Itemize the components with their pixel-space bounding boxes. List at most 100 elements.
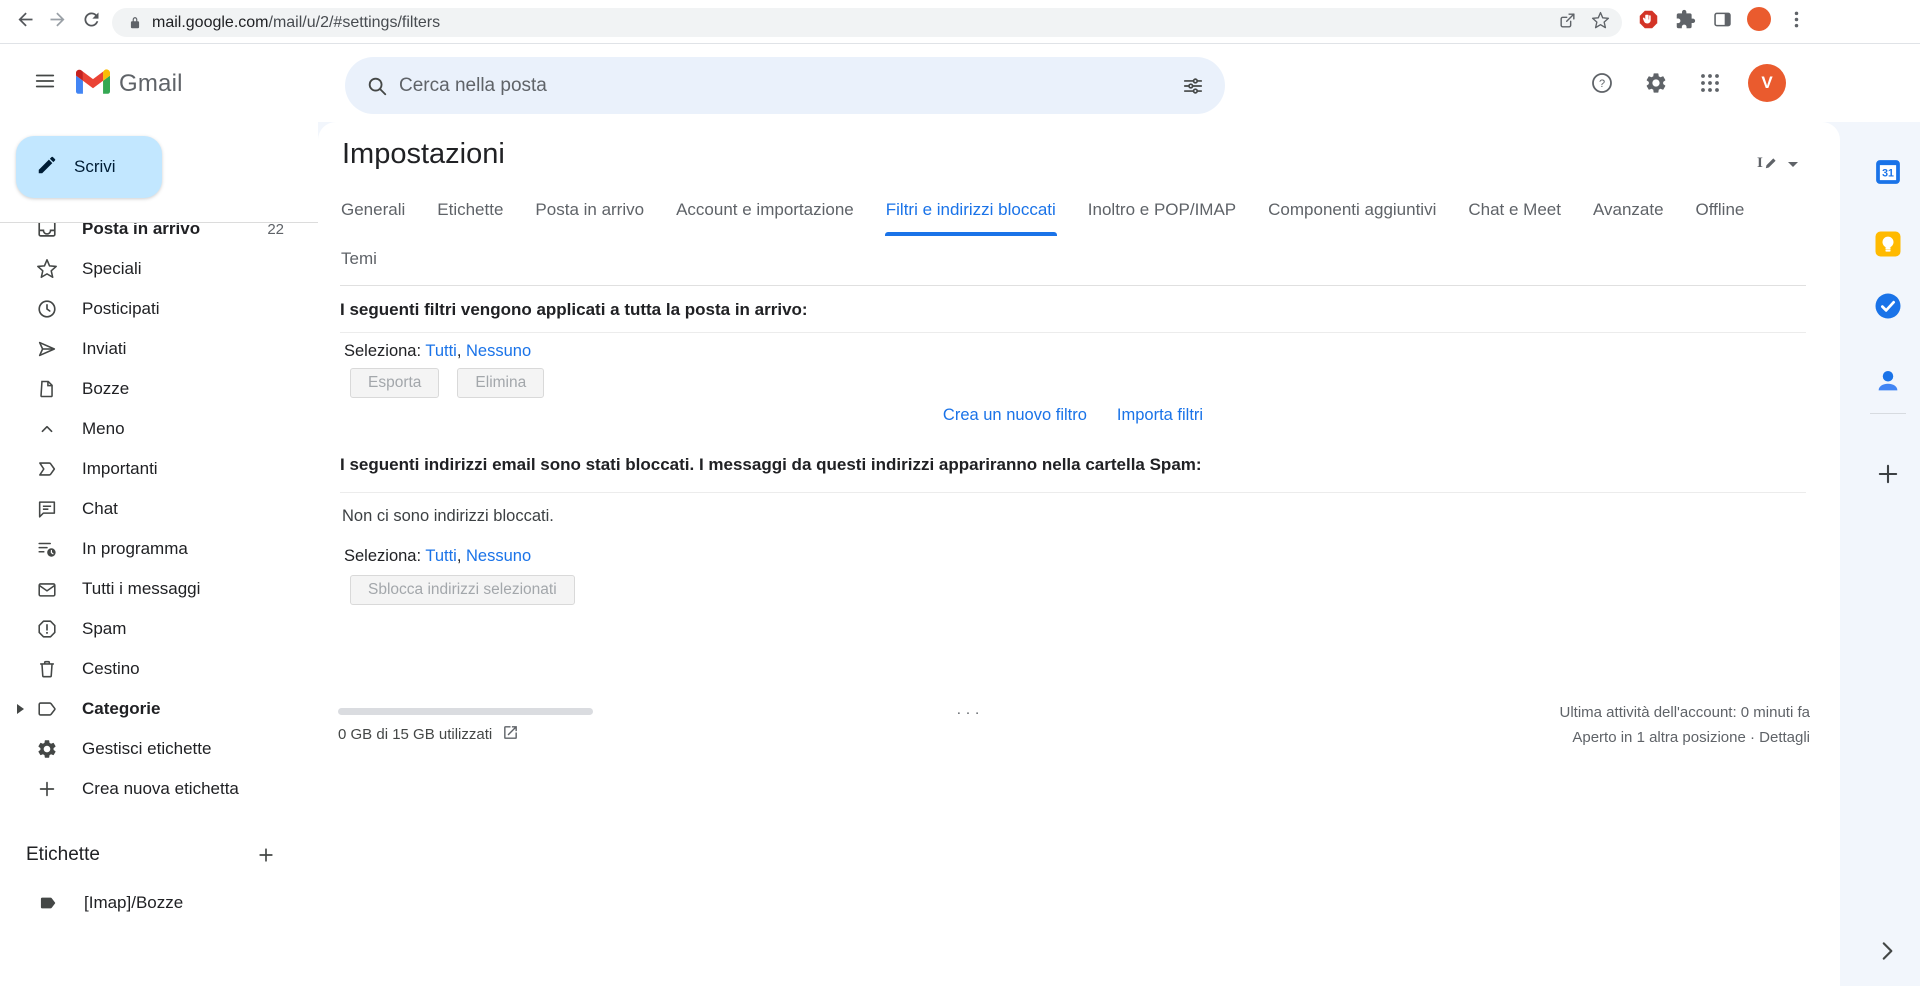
open-in-new-icon[interactable] <box>502 724 519 745</box>
back-icon <box>15 9 36 35</box>
search-bar[interactable] <box>345 57 1225 114</box>
select-none-link[interactable]: Nessuno <box>466 342 531 360</box>
browser-reload-button[interactable] <box>76 7 106 37</box>
contacts-button[interactable] <box>1872 367 1904 399</box>
help-button[interactable]: ? <box>1580 61 1624 105</box>
page-title: Impostazioni <box>342 138 505 171</box>
label-item-name: [Imap]/Bozze <box>84 893 318 913</box>
calendar-button[interactable]: 31 <box>1872 158 1904 190</box>
sidebar: Scrivi Posta in arrivo 22 Speciali Posti… <box>0 122 318 986</box>
plus-icon <box>36 778 58 800</box>
side-panel-icon[interactable] <box>1710 7 1734 31</box>
settings-tab-offline[interactable]: Offline <box>1695 184 1746 236</box>
sidebar-item-importanti[interactable]: Importanti <box>0 449 318 489</box>
sidebar-item-spam[interactable]: Spam <box>0 609 318 649</box>
chevron-up-icon <box>36 418 58 440</box>
browser-profile-avatar[interactable] <box>1747 7 1771 31</box>
filters-heading: I seguenti filtri vengono applicati a tu… <box>340 300 1800 320</box>
bookmark-star-icon[interactable] <box>1591 11 1610 35</box>
footer-link-privacy[interactable] <box>966 704 975 721</box>
collapse-panel-chevron-button[interactable] <box>1874 938 1900 964</box>
sidebar-item-chat[interactable]: Chat <box>0 489 318 529</box>
label-item-imap-bozze[interactable]: [Imap]/Bozze <box>0 883 318 923</box>
select-all-link[interactable]: Tutti <box>425 342 466 360</box>
sidebar-item-speciali[interactable]: Speciali <box>0 249 318 289</box>
expand-arrow-icon[interactable] <box>17 704 24 714</box>
gmail-logo[interactable]: Gmail <box>76 68 183 99</box>
keep-button[interactable] <box>1872 230 1904 262</box>
unread-count: 22 <box>267 222 284 238</box>
get-addons-plus-button[interactable] <box>1874 460 1902 488</box>
sidebar-item-cestino[interactable]: Cestino <box>0 649 318 689</box>
tagfill-icon <box>38 893 58 913</box>
input-tools-button[interactable]: I <box>1755 152 1798 176</box>
labels-list: [Imap]/Bozze <box>0 883 318 923</box>
svg-text:I: I <box>1757 155 1763 171</box>
create-label-plus-button[interactable] <box>250 839 282 871</box>
storage-progress-bar <box>338 708 593 715</box>
tab-label: Temi <box>341 249 377 269</box>
tasks-button[interactable] <box>1872 292 1904 324</box>
create-filter-link[interactable]: Crea un nuovo filtro <box>943 406 1087 432</box>
compose-button[interactable]: Scrivi <box>16 136 162 198</box>
divider <box>340 492 1806 493</box>
unblock-button[interactable]: Sblocca indirizzi selezionati <box>350 575 575 605</box>
adblocker-extension-icon[interactable] <box>1636 7 1660 31</box>
sidebar-item-label: Gestisci etichette <box>82 739 318 759</box>
extensions-puzzle-icon[interactable] <box>1673 7 1697 31</box>
search-options-tune-icon[interactable] <box>1171 64 1215 108</box>
settings-tab-inoltro-e-pop-imap[interactable]: Inoltro e POP/IMAP <box>1087 184 1237 236</box>
sidebar-item-in-programma[interactable]: In programma <box>0 529 318 569</box>
address-bar[interactable]: mail.google.com/mail/u/2/#settings/filte… <box>112 8 1622 37</box>
search-icon[interactable] <box>355 64 399 108</box>
open-locations-text: Aperto in 1 altra posizione <box>1572 729 1745 746</box>
lock-icon <box>128 16 142 30</box>
share-icon[interactable] <box>1558 11 1577 35</box>
account-activity: Ultima attività dell'account: 0 minuti f… <box>1560 700 1810 750</box>
settings-tab-filtri-e-indirizzi-bloccati[interactable]: Filtri e indirizzi bloccati <box>885 184 1057 236</box>
sidebar-item-label: In programma <box>82 539 318 559</box>
sidebar-item-label: Tutti i messaggi <box>82 579 318 599</box>
sidebar-item-label: Posta in arrivo <box>82 222 267 239</box>
main-menu-button[interactable] <box>21 59 69 107</box>
compose-label: Scrivi <box>74 157 116 177</box>
settings-tab-generali[interactable]: Generali <box>340 184 406 236</box>
sidebar-item-tutti-i-messaggi[interactable]: Tutti i messaggi <box>0 569 318 609</box>
sidebar-nav-list: Posta in arrivo 22 Speciali Posticipati … <box>0 222 318 809</box>
import-filters-link[interactable]: Importa filtri <box>1117 406 1203 432</box>
sidebar-item-bozze[interactable]: Bozze <box>0 369 318 409</box>
settings-tab-etichette[interactable]: Etichette <box>436 184 504 236</box>
footer-link-termini[interactable] <box>956 704 965 721</box>
browser-menu-dots-icon[interactable] <box>1784 7 1808 31</box>
google-apps-grid-button[interactable] <box>1688 61 1732 105</box>
settings-tab-account-e-importazione[interactable]: Account e importazione <box>675 184 855 236</box>
sidebar-item-gestisci-etichette[interactable]: Gestisci etichette <box>0 729 318 769</box>
select-none-link[interactable]: Nessuno <box>466 547 531 565</box>
sidebar-item-meno[interactable]: Meno <box>0 409 318 449</box>
settings-tab-posta-in-arrivo[interactable]: Posta in arrivo <box>534 184 645 236</box>
sidebar-item-posta-in-arrivo[interactable]: Posta in arrivo 22 <box>0 222 318 249</box>
search-input[interactable] <box>399 75 1171 97</box>
gmail-header: Gmail ? V <box>0 44 1920 122</box>
contacts-icon <box>1873 366 1903 401</box>
delete-button[interactable]: Elimina <box>457 368 544 398</box>
account-avatar[interactable]: V <box>1748 64 1786 102</box>
sidebar-item-crea-nuova-etichetta[interactable]: Crea nuova etichetta <box>0 769 318 809</box>
tag-icon <box>36 698 58 720</box>
select-all-link[interactable]: Tutti <box>425 547 466 565</box>
sidebar-item-posticipati[interactable]: Posticipati <box>0 289 318 329</box>
settings-gear-button[interactable] <box>1634 61 1678 105</box>
details-link[interactable]: Dettagli <box>1746 729 1810 746</box>
sidebar-item-label: Spam <box>82 619 318 639</box>
settings-tab-avanzate[interactable]: Avanzate <box>1592 184 1665 236</box>
sidebar-item-categorie[interactable]: Categorie <box>0 689 318 729</box>
filters-select-row: Seleziona: Tutti Nessuno <box>344 342 531 361</box>
settings-tab-chat-e-meet[interactable]: Chat e Meet <box>1467 184 1562 236</box>
settings-tab-temi[interactable]: Temi <box>340 236 378 282</box>
browser-forward-button[interactable] <box>42 7 72 37</box>
export-button[interactable]: Esporta <box>350 368 439 398</box>
browser-back-button[interactable] <box>10 7 40 37</box>
footer-link-norme-del-programma[interactable] <box>975 704 980 721</box>
sidebar-item-inviati[interactable]: Inviati <box>0 329 318 369</box>
settings-tab-componenti-aggiuntivi[interactable]: Componenti aggiuntivi <box>1267 184 1437 236</box>
